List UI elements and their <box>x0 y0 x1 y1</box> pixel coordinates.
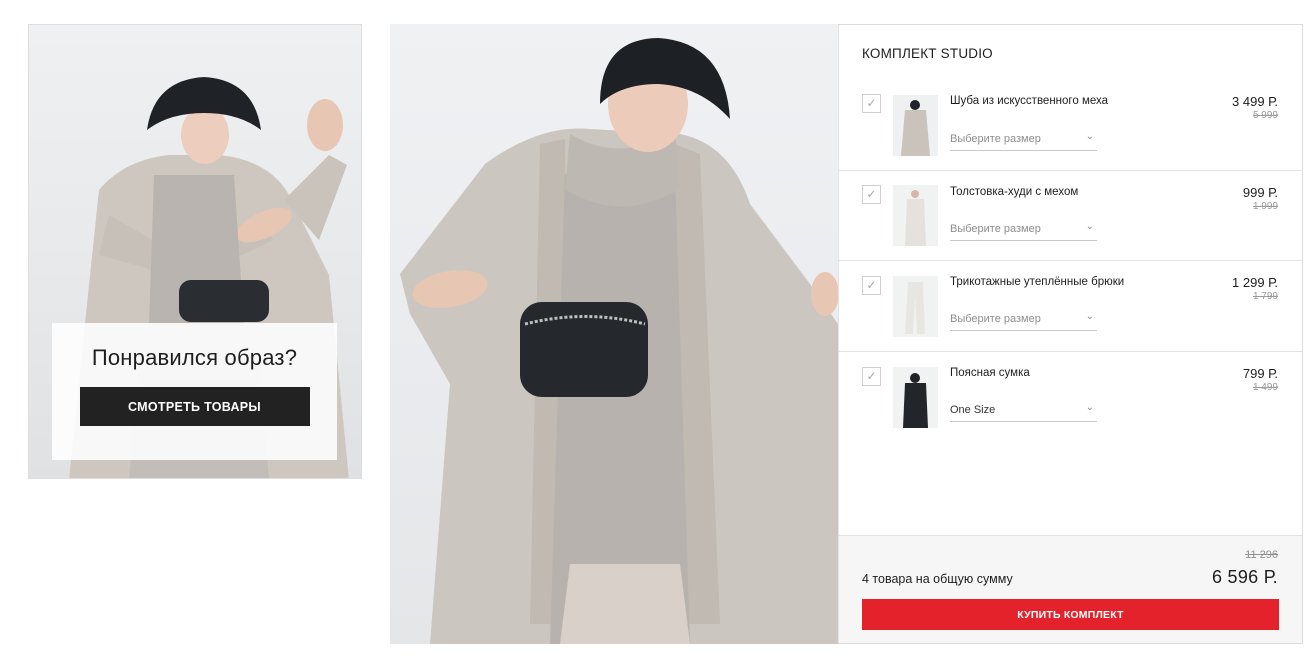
item-name[interactable]: Поясная сумка <box>950 367 1030 379</box>
item-checkbox[interactable]: ✓ <box>862 367 881 386</box>
set-item: ✓ Толстовка-худи с мехом Выберите размер… <box>839 171 1302 261</box>
view-products-button[interactable]: СМОТРЕТЬ ТОВАРЫ <box>79 387 310 426</box>
item-price: 999 Р. <box>1242 185 1278 200</box>
item-checkbox[interactable]: ✓ <box>862 276 881 295</box>
buy-set-button[interactable]: КУПИТЬ КОМПЛЕКТ <box>862 599 1279 630</box>
item-name[interactable]: Толстовка-худи с мехом <box>950 186 1078 198</box>
size-select[interactable]: Выберите размер ⌄ <box>950 129 1097 151</box>
item-old-price: 5 999 <box>1252 110 1278 121</box>
size-select-value: Выберите размер <box>950 133 1041 145</box>
item-name[interactable]: Шуба из искусственного меха <box>950 95 1108 107</box>
item-checkbox[interactable]: ✓ <box>862 185 881 204</box>
chevron-down-icon: ⌄ <box>1085 221 1094 232</box>
item-old-price: 1 799 <box>1252 291 1278 302</box>
item-thumbnail[interactable] <box>893 95 938 156</box>
set-summary: 11 296 4 товара на общую сумму 6 596 Р. … <box>839 535 1302 643</box>
set-panel: КОМПЛЕКТ STUDIO ✓ Шуба из искусственного… <box>838 24 1303 644</box>
size-select-value: Выберите размер <box>950 223 1041 235</box>
look-overlay: Понравился образ? СМОТРЕТЬ ТОВАРЫ <box>52 323 337 460</box>
size-select-value: One Size <box>950 404 996 416</box>
set-item: ✓ Трикотажные утеплённые брюки Выберите … <box>839 261 1302 352</box>
size-select[interactable]: Выберите размер ⌄ <box>950 219 1097 241</box>
set-item: ✓ Шуба из искусственного меха Выберите р… <box>839 79 1302 171</box>
item-old-price: 1 999 <box>1252 201 1278 212</box>
hero-photo <box>390 24 838 644</box>
size-select[interactable]: Выберите размер ⌄ <box>950 309 1097 331</box>
total-label: 4 товара на общую сумму <box>862 572 1013 586</box>
item-price: 799 Р. <box>1242 366 1278 381</box>
model-photo <box>400 38 838 644</box>
item-price: 1 299 Р. <box>1232 275 1278 290</box>
item-thumbnail[interactable] <box>893 185 938 246</box>
size-select[interactable]: One Size ⌄ <box>950 400 1097 422</box>
chevron-down-icon: ⌄ <box>1085 311 1094 322</box>
look-card[interactable]: Понравился образ? СМОТРЕТЬ ТОВАРЫ <box>28 24 362 479</box>
chevron-down-icon: ⌄ <box>1085 402 1094 413</box>
item-thumbnail[interactable] <box>893 276 938 337</box>
set-title: КОМПЛЕКТ STUDIO <box>862 46 993 61</box>
item-thumbnail[interactable] <box>893 367 938 428</box>
item-old-price: 1 499 <box>1252 382 1278 393</box>
chevron-down-icon: ⌄ <box>1085 131 1094 142</box>
set-item: ✓ Поясная сумка One Size ⌄ 799 Р. 1 499 <box>839 352 1302 443</box>
total-old-price: 11 296 <box>1245 549 1278 561</box>
item-checkbox[interactable]: ✓ <box>862 94 881 113</box>
item-name[interactable]: Трикотажные утеплённые брюки <box>950 276 1124 288</box>
item-price: 3 499 Р. <box>1232 94 1278 109</box>
total-price: 6 596 Р. <box>1211 567 1278 587</box>
size-select-value: Выберите размер <box>950 313 1041 325</box>
look-title: Понравился образ? <box>91 345 298 370</box>
